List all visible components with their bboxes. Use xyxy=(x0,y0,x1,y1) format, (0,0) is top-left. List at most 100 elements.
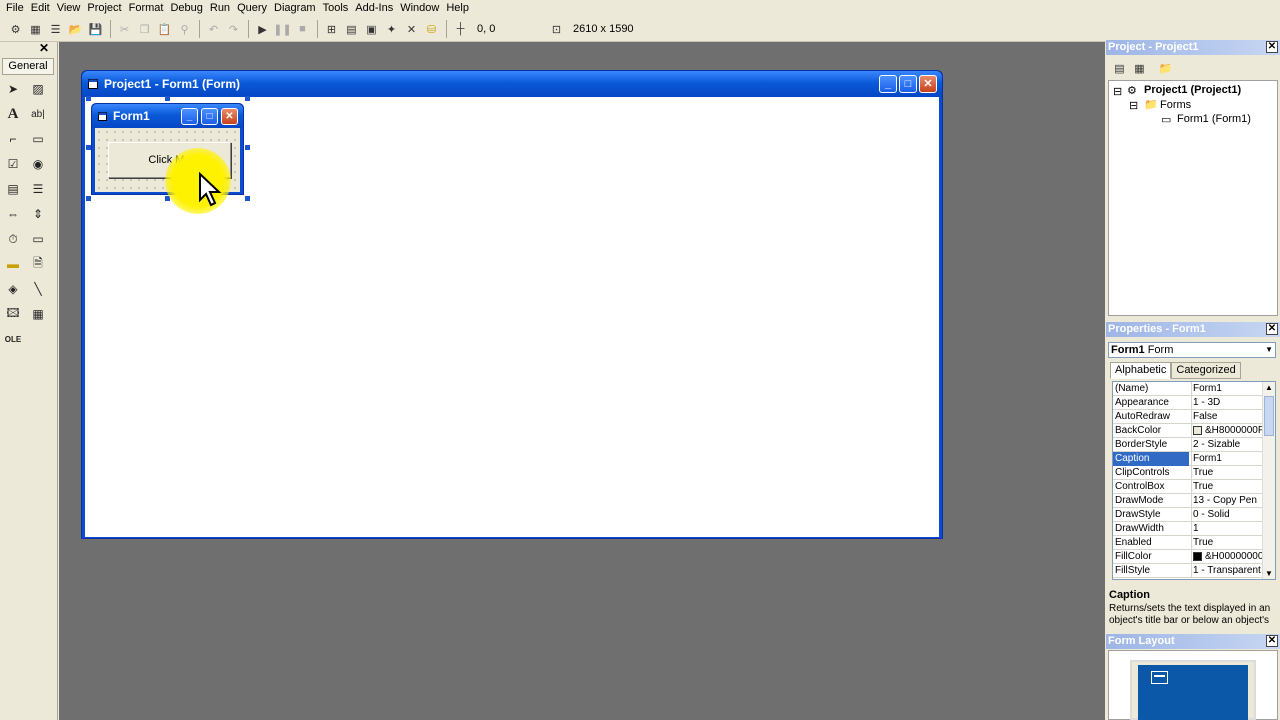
resize-handle[interactable] xyxy=(165,96,170,101)
designer-titlebar[interactable]: Project1 - Form1 (Form) xyxy=(82,71,942,97)
form-layout-icon[interactable]: ▣ xyxy=(362,20,381,39)
label-icon[interactable]: A xyxy=(3,104,23,124)
tree-form1-item[interactable]: Form1 (Form1) xyxy=(1177,113,1251,125)
end-icon[interactable]: ■ xyxy=(293,20,312,39)
project-explorer-icon[interactable]: ⊞ xyxy=(322,20,341,39)
scroll-down-icon[interactable]: ▼ xyxy=(1265,569,1273,578)
find-icon[interactable]: ⚲ xyxy=(175,20,194,39)
timer-icon[interactable]: ⏱ xyxy=(3,229,23,249)
menu-help[interactable]: Help xyxy=(444,1,474,16)
menu-tools[interactable]: Tools xyxy=(321,1,354,16)
view-code-icon[interactable]: ▤ xyxy=(1110,59,1129,78)
property-value[interactable]: &H00000000 xyxy=(1191,550,1263,564)
form-position-preview[interactable] xyxy=(1151,671,1168,684)
combobox-icon[interactable]: ▤ xyxy=(3,179,23,199)
property-value[interactable]: Form1 xyxy=(1191,452,1263,466)
cut-icon[interactable]: ✂ xyxy=(115,20,134,39)
drivelistbox-icon[interactable]: ▭ xyxy=(28,229,48,249)
menu-view[interactable]: View xyxy=(55,1,86,16)
property-row[interactable]: AutoRedraw False xyxy=(1113,410,1263,424)
menu-add-ins[interactable]: Add-Ins xyxy=(353,1,398,16)
hscrollbar-icon[interactable]: ⇔ xyxy=(3,204,23,224)
close-icon[interactable]: ✕ xyxy=(1266,635,1278,647)
filelistbox-icon[interactable]: 🗎 xyxy=(28,254,48,274)
frame-icon[interactable]: ⌐ xyxy=(3,129,23,149)
toggle-folders-icon[interactable]: 📁 xyxy=(1156,59,1175,78)
minimize-button[interactable]: _ xyxy=(181,108,198,125)
close-icon[interactable]: ✕ xyxy=(1266,323,1278,335)
vscrollbar-icon[interactable]: ⇕ xyxy=(28,204,48,224)
property-value[interactable]: 1 xyxy=(1191,522,1263,536)
undo-icon[interactable]: ↶ xyxy=(204,20,223,39)
textbox-icon[interactable]: ab| xyxy=(28,104,48,124)
property-value[interactable]: Form1 xyxy=(1191,382,1263,396)
menu-project[interactable]: Project xyxy=(85,1,126,16)
menu-run[interactable]: Run xyxy=(208,1,235,16)
pointer-icon[interactable]: ➤ xyxy=(3,79,23,99)
commandbutton-icon[interactable]: ▭ xyxy=(28,129,48,149)
property-row[interactable]: BorderStyle 2 - Sizable xyxy=(1113,438,1263,452)
toolbox-tab-general[interactable]: General xyxy=(2,58,54,75)
start-icon[interactable]: ▶ xyxy=(253,20,272,39)
object-selector-combo[interactable]: Form1 Form ▼ xyxy=(1108,342,1276,358)
property-value[interactable]: 1 - 3D xyxy=(1191,396,1263,410)
property-value[interactable]: 1 - Transparent xyxy=(1191,564,1263,578)
resize-handle[interactable] xyxy=(86,196,91,201)
menu-query[interactable]: Query xyxy=(235,1,272,16)
line-icon[interactable]: ╲ xyxy=(28,279,48,299)
property-value[interactable]: False xyxy=(1191,410,1263,424)
image-icon[interactable]: 🖾 xyxy=(3,304,23,324)
property-value[interactable]: True xyxy=(1191,466,1263,480)
menu-diagram[interactable]: Diagram xyxy=(272,1,321,16)
menu-editor-icon[interactable]: ☰ xyxy=(46,20,65,39)
toolbox-icon[interactable]: ✕ xyxy=(402,20,421,39)
tree-forms-folder[interactable]: Forms xyxy=(1160,99,1191,111)
scroll-up-icon[interactable]: ▲ xyxy=(1265,383,1273,392)
tab-categorized[interactable]: Categorized xyxy=(1171,362,1241,379)
close-button[interactable]: ✕ xyxy=(919,75,937,93)
properties-scrollbar[interactable]: ▲ ▼ xyxy=(1262,382,1275,579)
property-row[interactable]: (Name) Form1 xyxy=(1113,382,1263,396)
property-value[interactable]: True xyxy=(1191,480,1263,494)
tree-expander-icon[interactable]: ⊟ xyxy=(1129,99,1138,112)
scroll-thumb[interactable] xyxy=(1264,396,1274,436)
close-button[interactable]: ✕ xyxy=(221,108,238,125)
add-project-icon[interactable]: ⚙ xyxy=(6,20,25,39)
property-row-selected[interactable]: Caption Form1 xyxy=(1113,452,1263,466)
menu-debug[interactable]: Debug xyxy=(168,1,207,16)
paste-icon[interactable]: 📋 xyxy=(155,20,174,39)
menu-file[interactable]: File xyxy=(4,1,29,16)
optionbutton-icon[interactable]: ◉ xyxy=(28,154,48,174)
menu-edit[interactable]: Edit xyxy=(29,1,55,16)
object-browser-icon[interactable]: ✦ xyxy=(382,20,401,39)
property-value[interactable]: 2 - Sizable xyxy=(1191,438,1263,452)
ole-icon[interactable]: OLE xyxy=(3,329,23,349)
open-icon[interactable]: 📂 xyxy=(66,20,85,39)
save-icon[interactable]: 💾 xyxy=(86,20,105,39)
menu-format[interactable]: Format xyxy=(127,1,169,16)
redo-icon[interactable]: ↷ xyxy=(224,20,243,39)
property-row[interactable]: BackColor &H8000000F xyxy=(1113,424,1263,438)
listbox-icon[interactable]: ☰ xyxy=(28,179,48,199)
resize-handle[interactable] xyxy=(245,196,250,201)
minimize-button[interactable]: _ xyxy=(879,75,897,93)
view-object-icon[interactable]: ▦ xyxy=(1130,59,1149,78)
property-row[interactable]: FillColor &H00000000 xyxy=(1113,550,1263,564)
property-row[interactable]: FillStyle 1 - Transparent xyxy=(1113,564,1263,578)
property-value[interactable]: 13 - Copy Pen xyxy=(1191,494,1263,508)
add-form-icon[interactable]: ▦ xyxy=(26,20,45,39)
property-row[interactable]: Enabled True xyxy=(1113,536,1263,550)
tab-alphabetic[interactable]: Alphabetic xyxy=(1110,362,1172,379)
tree-expander-icon[interactable]: ⊟ xyxy=(1113,85,1122,98)
checkbox-icon[interactable]: ☑ xyxy=(3,154,23,174)
data-view-icon[interactable]: ⛁ xyxy=(422,20,441,39)
property-row[interactable]: DrawMode 13 - Copy Pen xyxy=(1113,494,1263,508)
resize-handle[interactable] xyxy=(245,145,250,150)
property-row[interactable]: Appearance 1 - 3D xyxy=(1113,396,1263,410)
property-value[interactable]: 0 - Solid xyxy=(1191,508,1263,522)
dirlistbox-icon[interactable]: ▬ xyxy=(3,254,23,274)
property-value[interactable]: True xyxy=(1191,536,1263,550)
property-row[interactable]: ControlBox True xyxy=(1113,480,1263,494)
properties-window-icon[interactable]: ▤ xyxy=(342,20,361,39)
resize-handle[interactable] xyxy=(86,145,91,150)
